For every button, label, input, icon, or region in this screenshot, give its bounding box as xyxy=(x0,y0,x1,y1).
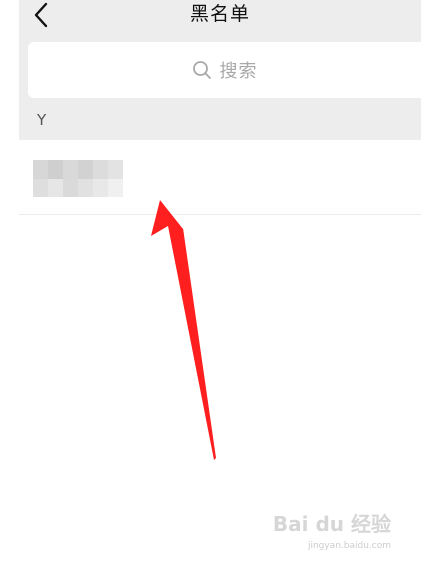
redacted-contact-name xyxy=(33,160,123,197)
blacklist-screen: 黑名单 搜索 Y Bai du 经验 jingyan.baidu.com xyxy=(0,0,421,561)
left-margin xyxy=(0,0,19,561)
search-placeholder: 搜索 xyxy=(219,61,258,82)
nav-header: 黑名单 搜索 xyxy=(19,0,421,100)
watermark-url: jingyan.baidu.com xyxy=(307,541,391,551)
search-icon xyxy=(192,61,211,79)
section-header-y: Y xyxy=(19,100,421,140)
watermark-logo: Bai du 经验 xyxy=(272,512,391,536)
baidu-jingyan-watermark: Bai du 经验 jingyan.baidu.com xyxy=(273,507,391,551)
contact-row[interactable] xyxy=(19,140,421,215)
page-title: 黑名单 xyxy=(189,3,250,25)
section-letter: Y xyxy=(37,111,47,129)
search-input[interactable]: 搜索 xyxy=(28,42,421,98)
search-inner: 搜索 xyxy=(192,57,258,83)
